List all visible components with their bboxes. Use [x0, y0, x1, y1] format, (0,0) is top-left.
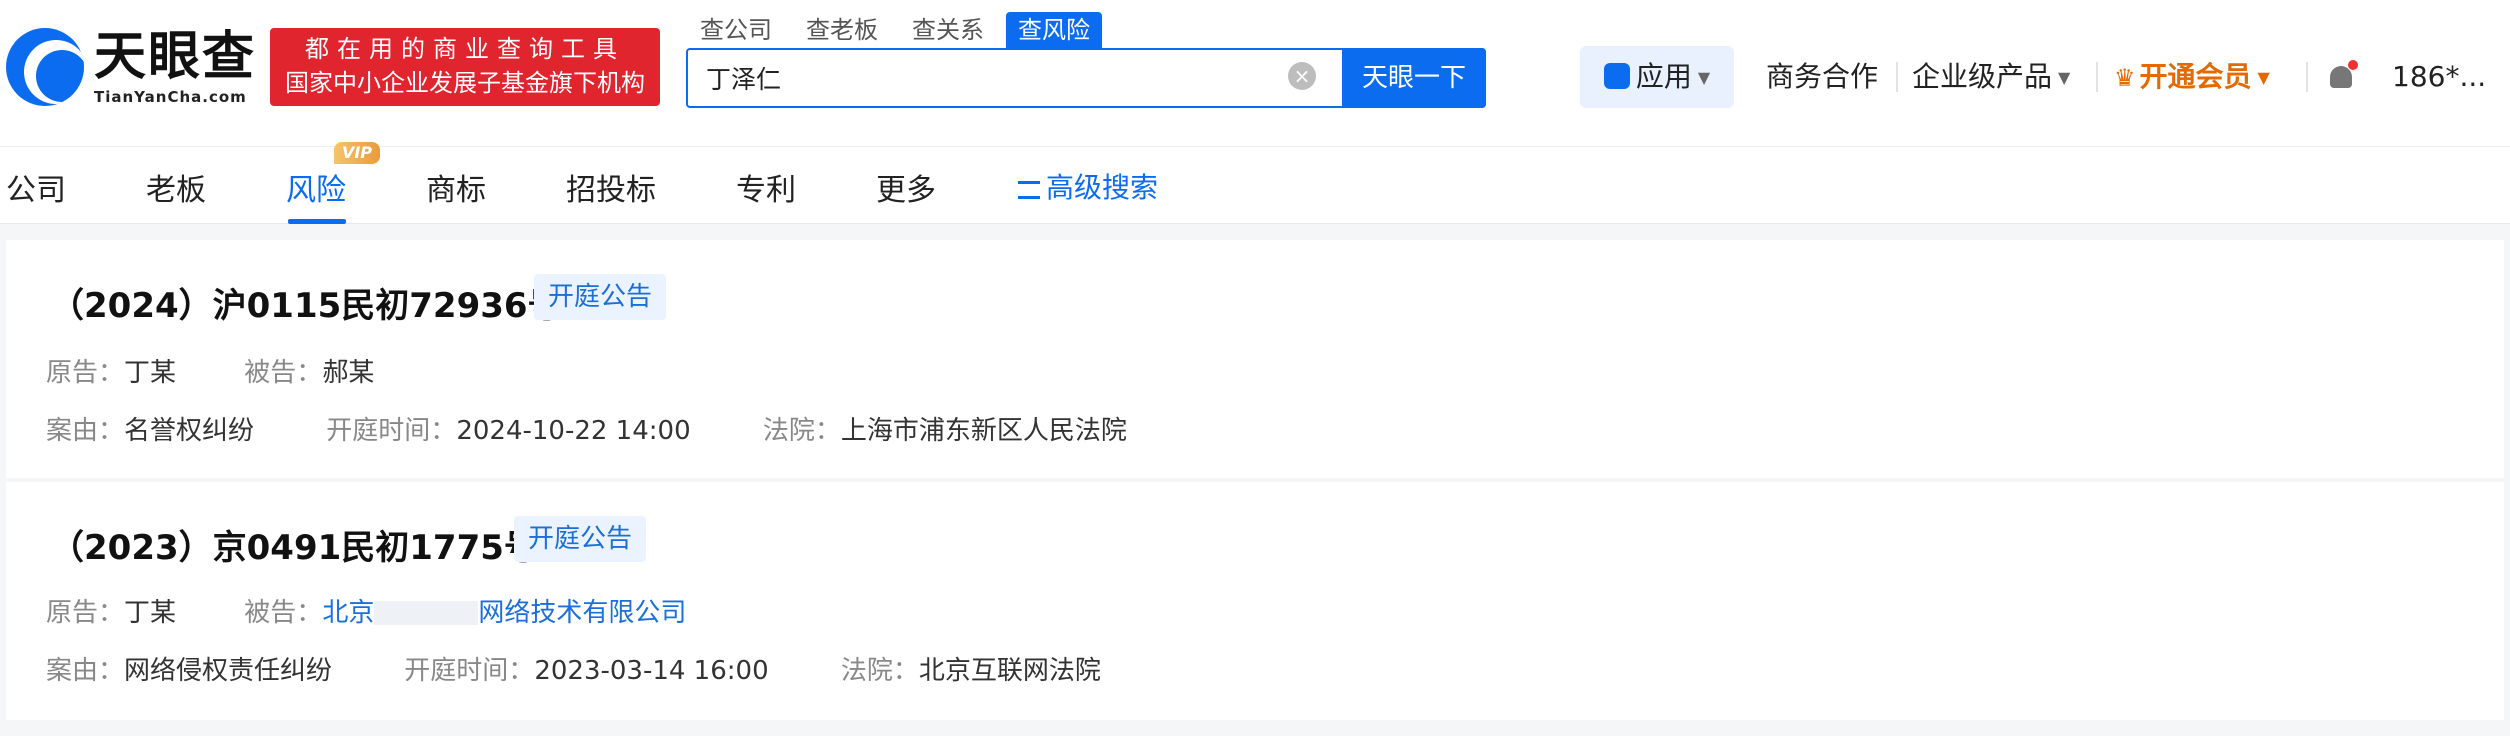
case-details: 案由：名誉权纠纷 开庭时间：2024-10-22 14:00 法院：上海市浦东新…	[46, 410, 1127, 447]
slogan-banner: 都在用的商业查询工具 国家中小企业发展子基金旗下机构	[270, 28, 660, 106]
category-risk[interactable]: 风险	[286, 165, 346, 209]
apps-icon	[1603, 63, 1630, 89]
search-button[interactable]: 天眼一下	[1342, 48, 1486, 108]
court-label: 法院：	[840, 656, 919, 686]
case-type-tag: 开庭公告	[534, 274, 667, 320]
case-type-tag: 开庭公告	[514, 516, 647, 562]
case-number[interactable]: （2024）沪0115民初72936号	[50, 278, 562, 327]
cause-value: 网络侵权责任纠纷	[124, 656, 333, 686]
top-header: 天眼查 TianYanCha.com 都在用的商业查询工具 国家中小企业发展子基…	[0, 0, 2510, 146]
business-cooperation-link[interactable]: 商务合作	[1766, 46, 1878, 108]
chevron-down-icon: ▼	[2058, 68, 2071, 87]
court-value: 上海市浦东新区人民法院	[840, 416, 1127, 446]
vip-badge: VIP	[334, 142, 380, 164]
advanced-search-label: 高级搜索	[1046, 171, 1159, 204]
chevron-down-icon: ▼	[1697, 68, 1711, 87]
cause-value: 名誉权纠纷	[124, 416, 255, 446]
court-label: 法院：	[762, 416, 841, 446]
crown-icon: ♛	[2114, 64, 2136, 92]
plaintiff-value: 丁某	[124, 358, 177, 388]
defendant-prefix: 北京	[322, 598, 375, 628]
slogan-line-1: 都在用的商业查询工具	[305, 35, 625, 63]
category-bidding[interactable]: 招投标	[566, 165, 656, 209]
list-item[interactable]: （2023）京0491民初1775号 开庭公告 原告：丁某 被告：北京 网络技术有…	[6, 482, 2504, 720]
category-patent[interactable]: 专利	[736, 165, 796, 209]
list-item[interactable]: （2024）沪0115民初72936号 开庭公告 原告：丁某 被告：郝某 案由：…	[6, 240, 2504, 478]
tab-risk[interactable]: 查风险	[1006, 12, 1102, 48]
apps-menu-button[interactable]: 应用 ▼	[1580, 46, 1734, 108]
cause-label: 案由：	[46, 416, 125, 446]
plaintiff-label: 原告：	[46, 358, 125, 388]
category-more[interactable]: 更多	[876, 165, 936, 209]
logo-icon	[6, 28, 84, 106]
apps-label: 应用	[1635, 60, 1692, 93]
case-number[interactable]: （2023）京0491民初1775号	[50, 520, 538, 569]
tab-company[interactable]: 查公司	[688, 12, 784, 48]
defendant-company-link[interactable]: 北京 网络技术有限公司	[322, 598, 686, 628]
active-tab-underline	[288, 219, 346, 224]
search-input[interactable]	[688, 50, 1328, 106]
vip-membership-label: 开通会员	[2139, 60, 2252, 93]
defendant-label: 被告：	[244, 598, 323, 628]
case-parties: 原告：丁某 被告：郝某	[46, 352, 374, 389]
court-value: 北京互联网法院	[918, 656, 1101, 686]
cause-label: 案由：	[46, 656, 125, 686]
plaintiff-value: 丁某	[124, 598, 177, 628]
logo-domain: TianYanCha.com	[94, 88, 247, 106]
hearing-time-value: 2023-03-14 16:00	[534, 656, 769, 686]
defendant-value: 郝某	[322, 358, 375, 388]
hearing-time-value: 2024-10-22 14:00	[456, 416, 691, 446]
tab-boss[interactable]: 查老板	[794, 12, 890, 48]
hearing-time-label: 开庭时间：	[404, 656, 535, 686]
defendant-label: 被告：	[244, 358, 323, 388]
nav-divider	[2096, 62, 2098, 92]
category-trademark[interactable]: 商标	[426, 165, 486, 209]
category-boss[interactable]: 老板	[146, 165, 206, 209]
chevron-down-icon: ▼	[2257, 68, 2270, 87]
nav-divider	[1896, 62, 1898, 92]
logo-name: 天眼查	[94, 27, 257, 87]
notification-bell-icon[interactable]	[2326, 60, 2358, 92]
plaintiff-label: 原告：	[46, 598, 125, 628]
nav-divider	[2306, 62, 2308, 92]
advanced-search-icon	[1018, 181, 1040, 199]
redacted-mask	[374, 601, 479, 625]
user-account-menu[interactable]: 186*...	[2392, 46, 2486, 108]
defendant-suffix: 网络技术有限公司	[478, 598, 687, 628]
enterprise-products-menu[interactable]: 企业级产品 ▼	[1912, 46, 2070, 108]
advanced-search-link[interactable]: 高级搜索	[1018, 166, 1158, 206]
hearing-time-label: 开庭时间：	[326, 416, 457, 446]
category-company[interactable]: 公司	[6, 165, 66, 209]
slogan-line-2: 国家中小企业发展子基金旗下机构	[285, 69, 645, 97]
case-parties: 原告：丁某 被告：北京 网络技术有限公司	[46, 592, 686, 629]
tab-relation[interactable]: 查关系	[900, 12, 996, 48]
search-type-tabs: 查公司 查老板 查关系 查风险	[688, 12, 1112, 48]
enterprise-products-label: 企业级产品	[1912, 60, 2053, 93]
clear-icon[interactable]: ×	[1288, 62, 1316, 90]
vip-membership-menu[interactable]: ♛ 开通会员 ▼	[2114, 46, 2270, 108]
site-logo[interactable]: 天眼查 TianYanCha.com	[6, 28, 256, 106]
case-details: 案由：网络侵权责任纠纷 开庭时间：2023-03-14 16:00 法院：北京互…	[46, 650, 1101, 687]
